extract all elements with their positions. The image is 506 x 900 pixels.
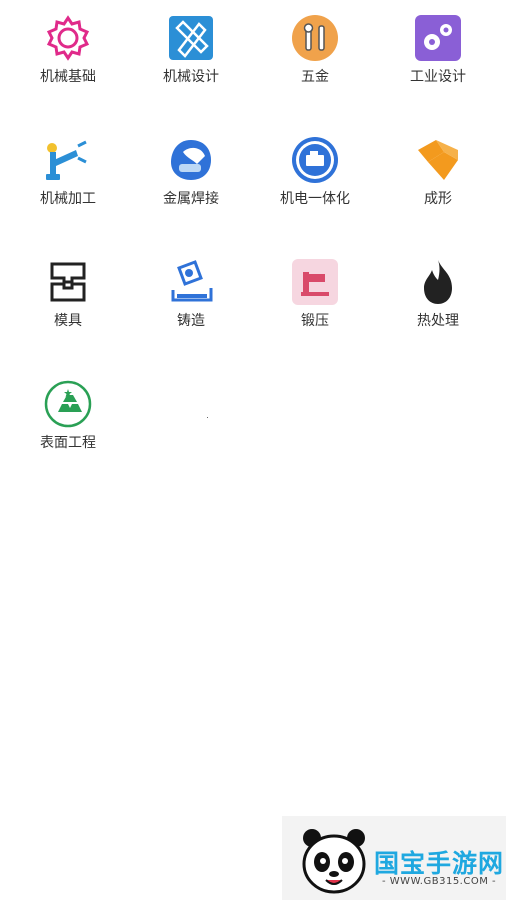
category-label: 模具	[54, 313, 82, 329]
gear-outline-icon	[44, 14, 92, 62]
category-item-machining[interactable]: 机械加工	[6, 122, 130, 232]
gears-icon	[414, 14, 462, 62]
category-label: 铸造	[177, 313, 205, 329]
watermark-title: 国宝手游网	[374, 849, 505, 878]
category-label: 机械基础	[40, 69, 96, 85]
category-item-metal-welding[interactable]: 金属焊接	[129, 122, 253, 232]
press-icon	[291, 258, 339, 306]
engine-badge-icon	[291, 136, 339, 184]
category-label: 机电一体化	[280, 191, 350, 207]
category-label: 工业设计	[410, 69, 466, 85]
category-label: 热处理	[417, 313, 459, 329]
mold-icon	[44, 258, 92, 306]
category-item-mold[interactable]: 模具	[6, 244, 130, 354]
category-item-surface-engineering[interactable]: 表面工程	[6, 366, 130, 476]
category-item-mechatronics[interactable]: 机电一体化	[253, 122, 377, 232]
category-label: 机械设计	[163, 69, 219, 85]
category-item-industrial-design[interactable]: 工业设计	[376, 0, 500, 110]
panda-icon	[300, 828, 368, 896]
robot-arm-icon	[44, 136, 92, 184]
ruler-pencil-icon	[167, 14, 215, 62]
category-label: 金属焊接	[163, 191, 219, 207]
wrench-screwdriver-icon	[291, 14, 339, 62]
category-item-mechanical-basics[interactable]: 机械基础	[6, 0, 130, 110]
category-label: 五金	[301, 69, 329, 85]
category-item-forming[interactable]: 成形	[376, 122, 500, 232]
watermark-url: - WWW.GB315.COM -	[382, 876, 497, 887]
category-label: 机械加工	[40, 191, 96, 207]
stray-dot	[207, 417, 208, 418]
category-label: 锻压	[301, 313, 329, 329]
category-item-casting[interactable]: 铸造	[129, 244, 253, 354]
watermark: 国宝手游网 - WWW.GB315.COM -	[282, 816, 506, 900]
category-label: 成形	[424, 191, 452, 207]
category-item-forging[interactable]: 锻压	[253, 244, 377, 354]
category-label: 表面工程	[40, 435, 96, 451]
category-item-hardware[interactable]: 五金	[253, 0, 377, 110]
gold-bars-icon	[44, 380, 92, 428]
flame-icon	[414, 258, 462, 306]
welding-mask-icon	[167, 136, 215, 184]
category-item-heat-treatment[interactable]: 热处理	[376, 244, 500, 354]
folded-sheet-icon	[414, 136, 462, 184]
casting-icon	[167, 258, 215, 306]
category-item-mechanical-design[interactable]: 机械设计	[129, 0, 253, 110]
